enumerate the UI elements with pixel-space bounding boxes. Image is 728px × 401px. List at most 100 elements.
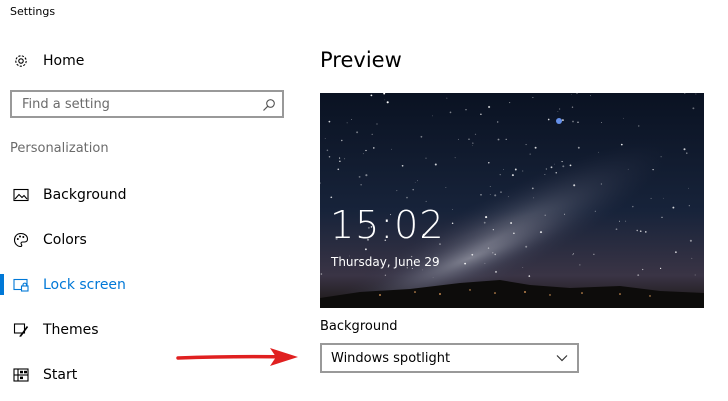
star xyxy=(522,267,524,268)
star xyxy=(544,214,546,216)
star xyxy=(499,174,501,176)
star xyxy=(636,229,638,232)
star xyxy=(642,268,644,271)
search-box[interactable] xyxy=(10,90,284,118)
star xyxy=(529,153,531,155)
star xyxy=(420,135,423,138)
star xyxy=(432,115,433,117)
palette-icon xyxy=(12,231,30,249)
star xyxy=(500,191,502,193)
star xyxy=(645,231,647,233)
star xyxy=(531,187,534,190)
star xyxy=(320,273,323,275)
sidebar-item-label: Background xyxy=(43,186,127,203)
star xyxy=(577,146,580,149)
star xyxy=(525,245,528,248)
star xyxy=(365,174,368,177)
star xyxy=(417,180,418,182)
star xyxy=(632,205,634,208)
star xyxy=(532,96,534,99)
star xyxy=(434,163,437,166)
star xyxy=(485,216,488,219)
star xyxy=(513,232,515,235)
star xyxy=(384,274,387,276)
star xyxy=(401,164,404,167)
star xyxy=(454,157,456,159)
star xyxy=(364,248,367,251)
star xyxy=(561,161,563,163)
star xyxy=(553,163,555,165)
star xyxy=(376,123,378,125)
search-input[interactable] xyxy=(12,95,264,113)
star xyxy=(576,93,578,94)
lock-screen-time: 15:02 xyxy=(330,203,445,247)
star xyxy=(615,228,618,231)
star xyxy=(620,143,623,146)
picture-icon xyxy=(12,186,30,204)
star xyxy=(324,138,326,139)
star xyxy=(414,181,416,183)
brush-icon xyxy=(12,321,30,339)
sidebar-item-background[interactable]: Background xyxy=(0,172,300,217)
star xyxy=(600,122,602,124)
star xyxy=(660,156,662,158)
star xyxy=(370,94,373,97)
star xyxy=(365,149,367,152)
star xyxy=(360,184,362,186)
sidebar-home-label: Home xyxy=(43,53,85,69)
star xyxy=(472,145,473,146)
sidebar-item-label: Colors xyxy=(43,231,87,248)
star xyxy=(533,197,535,199)
star xyxy=(492,252,494,254)
star xyxy=(449,111,452,114)
star xyxy=(593,253,595,255)
star xyxy=(422,269,423,271)
star xyxy=(412,188,414,191)
sidebar-item-label: Lock screen xyxy=(43,276,126,293)
star xyxy=(695,93,697,95)
star xyxy=(425,200,427,202)
star xyxy=(505,138,507,141)
star xyxy=(590,95,591,97)
star xyxy=(489,186,491,188)
star xyxy=(561,119,564,122)
star xyxy=(451,222,454,224)
sidebar-home[interactable]: Home xyxy=(12,48,84,74)
star xyxy=(623,117,625,119)
star xyxy=(480,113,482,116)
star xyxy=(396,190,398,192)
star xyxy=(692,107,695,110)
star xyxy=(688,205,690,207)
start-tiles-icon xyxy=(12,366,30,384)
preview-title: Preview xyxy=(320,48,402,72)
night-sky-image xyxy=(320,93,704,308)
star xyxy=(598,151,599,153)
star xyxy=(471,253,474,256)
star xyxy=(639,230,642,233)
star xyxy=(579,264,581,266)
main-content: Preview 15:02 Thursday, June 29 Backgrou… xyxy=(320,0,720,401)
search-icon[interactable] xyxy=(262,97,276,111)
star xyxy=(652,168,654,171)
star xyxy=(326,149,329,152)
background-label: Background xyxy=(320,319,398,334)
sidebar-item-colors[interactable]: Colors xyxy=(0,217,300,262)
background-dropdown[interactable]: Windows spotlight xyxy=(320,343,579,373)
star xyxy=(344,158,346,160)
star xyxy=(452,209,453,210)
star xyxy=(358,175,361,178)
section-header-personalization: Personalization xyxy=(10,141,109,156)
star xyxy=(465,108,467,111)
star xyxy=(337,168,340,171)
star xyxy=(372,147,375,149)
star xyxy=(558,108,561,110)
star xyxy=(468,138,470,140)
sidebar-item-lock-screen[interactable]: Lock screen xyxy=(0,262,300,307)
star xyxy=(494,270,498,273)
star xyxy=(371,133,373,136)
star xyxy=(328,155,331,158)
star xyxy=(661,216,663,218)
star xyxy=(494,253,496,256)
star xyxy=(489,194,491,196)
star xyxy=(573,253,575,255)
